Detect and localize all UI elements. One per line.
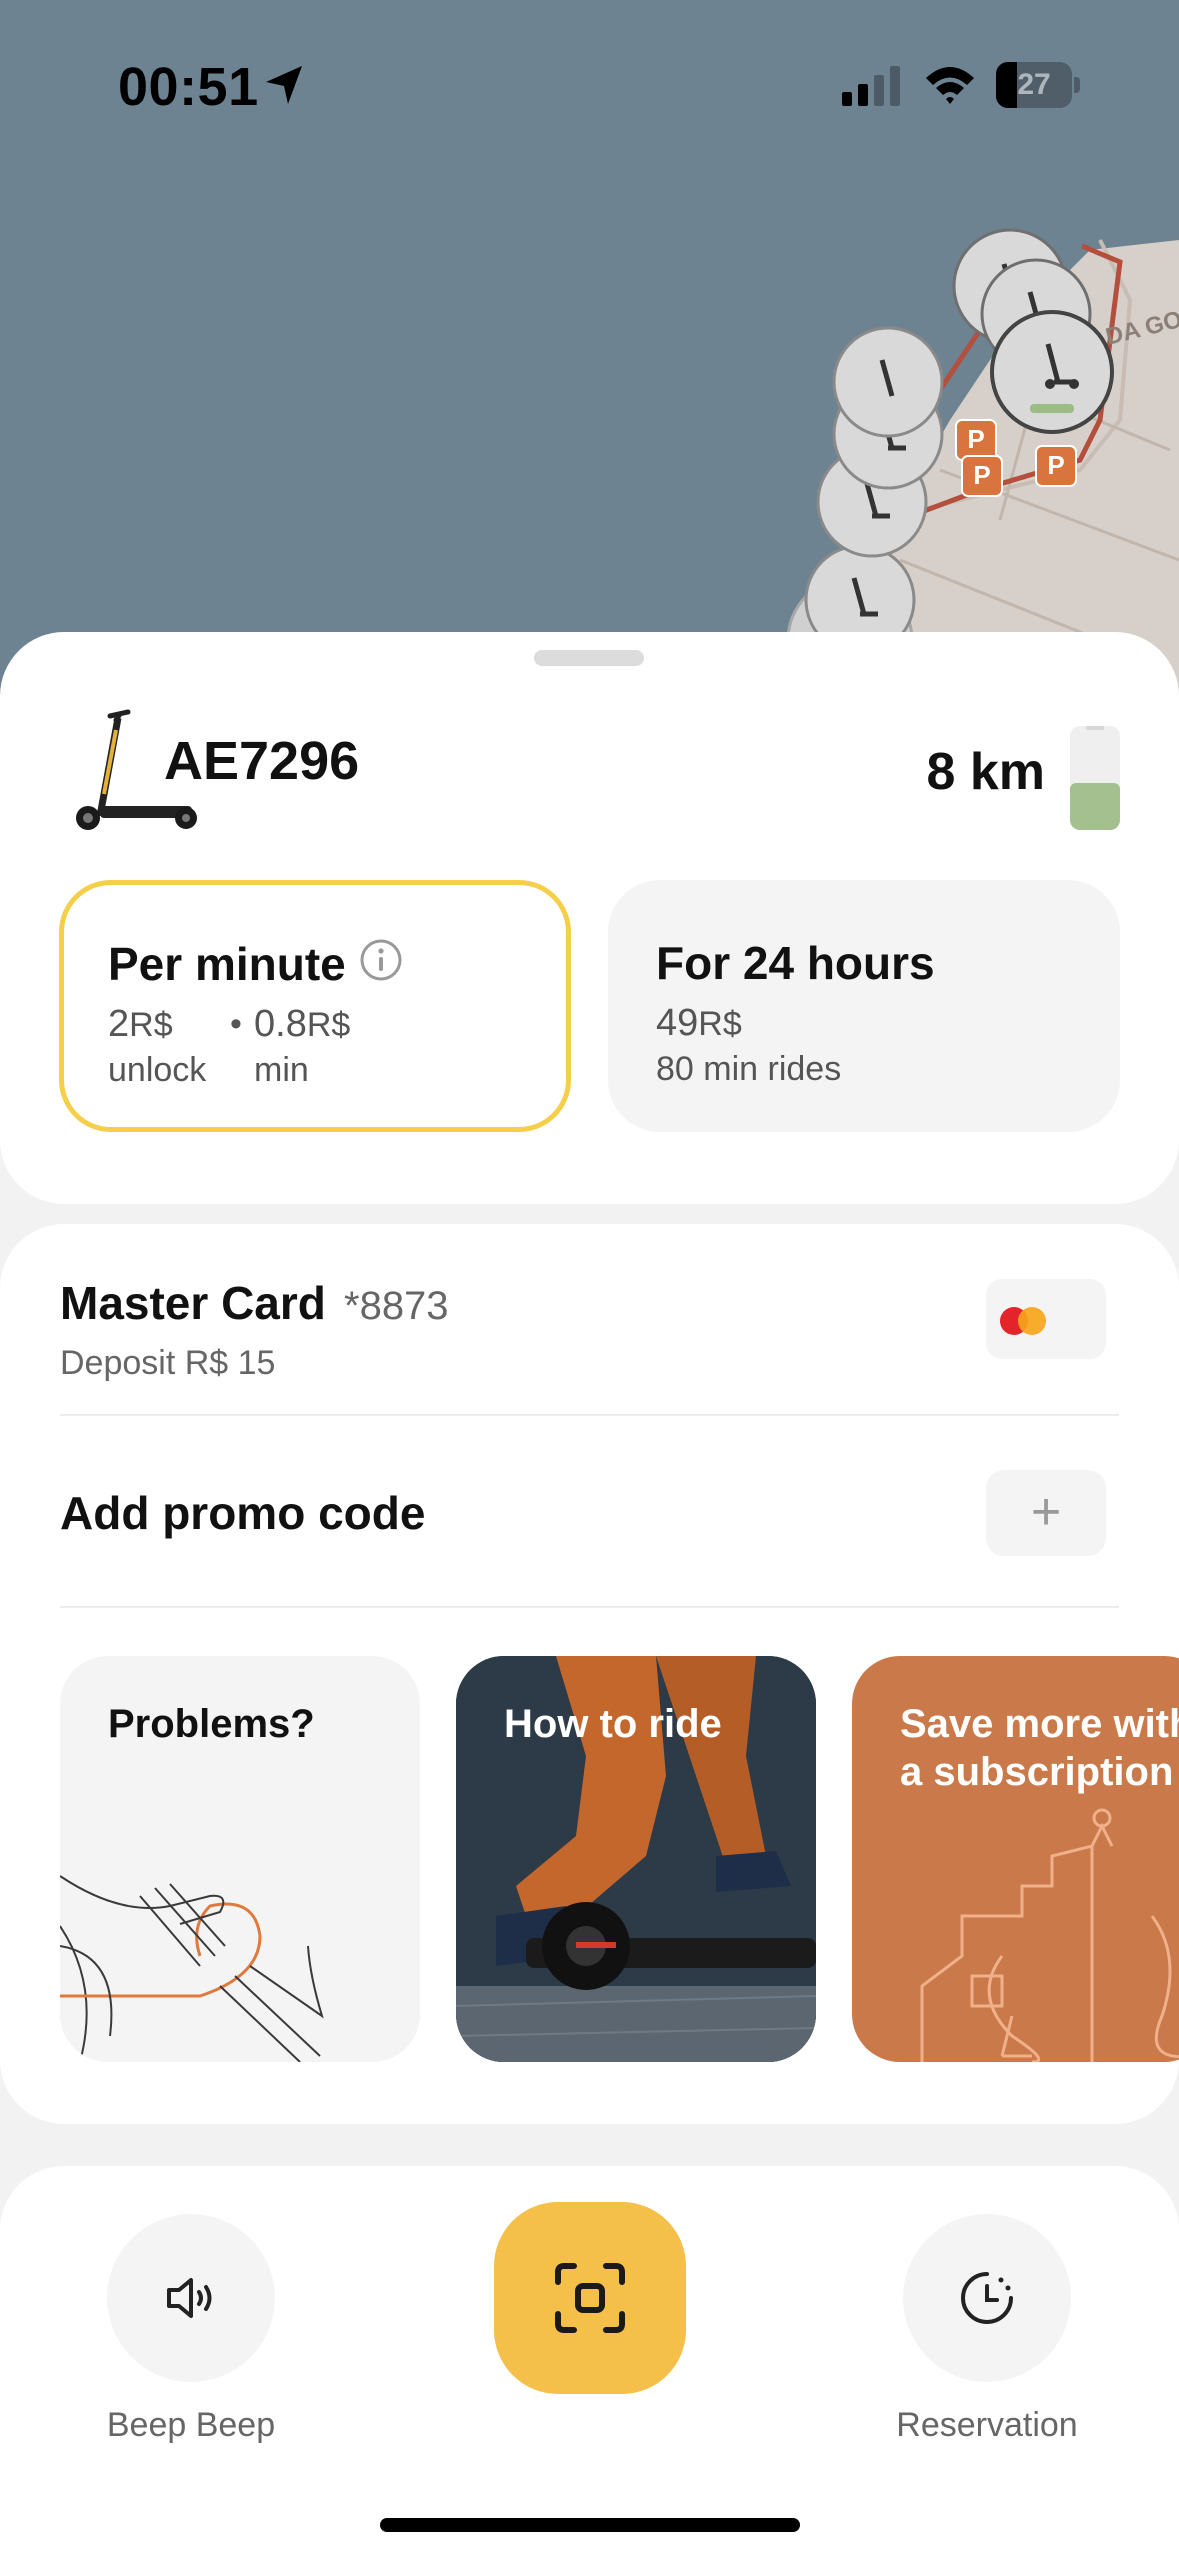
card-name: Master Card — [60, 1277, 326, 1329]
reservation-button[interactable] — [903, 2214, 1071, 2382]
battery-level: 27 — [1017, 68, 1051, 101]
svg-text:P: P — [967, 424, 984, 454]
tariff-24-hours[interactable]: For 24 hours 49R$ 80 min rides — [608, 880, 1120, 1132]
promo-code-label[interactable]: Add promo code — [60, 1486, 425, 1540]
how-to-ride-tile[interactable]: How to ride — [456, 1656, 816, 2062]
scan-icon — [555, 2263, 625, 2333]
tile-title: Save more with a subscription — [900, 1702, 1179, 1794]
day-pass-price: 49R$ — [656, 1002, 742, 1044]
vehicle-sheet: AE7296 8 km Per minute 2R$ unlock • 0.8R… — [0, 632, 1179, 1204]
selected-scooter-pin[interactable] — [990, 310, 1114, 434]
vehicle-range: 8 km — [926, 743, 1045, 801]
status-time: 00:51 — [118, 57, 259, 117]
parking-marker[interactable]: P — [1035, 445, 1077, 487]
tariff-per-minute[interactable]: Per minute 2R$ unlock • 0.8R$ min — [59, 880, 571, 1132]
svg-text:P: P — [1047, 450, 1064, 480]
battery-icon: 27 — [996, 62, 1080, 108]
add-promo-button[interactable]: + — [986, 1470, 1106, 1556]
minute-rate-label: min — [254, 1051, 309, 1089]
speaker-icon — [167, 2278, 212, 2318]
deposit-amount: Deposit R$ 15 — [60, 1344, 276, 1382]
divider — [60, 1606, 1119, 1608]
tile-title: Problems? — [108, 1702, 315, 1746]
info-icon[interactable] — [358, 937, 404, 983]
vehicle-battery-indicator — [1070, 726, 1120, 830]
status-bar: 00:51 27 — [0, 0, 1179, 170]
cellular-signal-icon — [842, 66, 900, 106]
mastercard-icon[interactable] — [986, 1279, 1106, 1359]
unlock-price: 2R$ — [108, 1003, 173, 1045]
reservation-label: Reservation — [896, 2406, 1078, 2444]
bottom-action-bar: Beep Beep Reservation — [0, 2166, 1179, 2556]
sheet-grabber[interactable] — [534, 650, 644, 666]
tariff-title: For 24 hours — [656, 937, 935, 989]
unlock-label: unlock — [108, 1051, 207, 1089]
beep-label: Beep Beep — [106, 2406, 276, 2444]
beep-button[interactable] — [107, 2214, 275, 2382]
price-separator: • — [230, 1005, 242, 1043]
svg-text:P: P — [973, 460, 990, 490]
wifi-icon — [926, 67, 974, 104]
parking-marker[interactable]: P — [961, 455, 1003, 497]
divider — [60, 1414, 1119, 1416]
subscription-tile[interactable]: Save more with a subscription — [852, 1656, 1179, 2062]
payment-section: Master Card *8873 Deposit R$ 15 Add prom… — [0, 1224, 1179, 2124]
day-pass-label: 80 min rides — [656, 1050, 842, 1088]
plus-icon: + — [1030, 1483, 1062, 1541]
scan-button[interactable] — [494, 2202, 686, 2394]
parking-marker[interactable]: P — [955, 419, 997, 461]
map-view[interactable]: DA GO P P P 00:51 27 — [0, 0, 1179, 700]
home-indicator — [380, 2518, 800, 2532]
tariff-title: Per minute — [108, 938, 346, 990]
location-arrow-icon — [266, 66, 302, 104]
clock-icon — [961, 2272, 1013, 2324]
vehicle-id: AE7296 — [164, 731, 360, 791]
card-last4: *8873 — [344, 1284, 449, 1328]
minute-rate: 0.8R$ — [254, 1003, 351, 1045]
problems-tile[interactable]: Problems? — [60, 1656, 420, 2062]
tile-title: How to ride — [504, 1702, 722, 1746]
